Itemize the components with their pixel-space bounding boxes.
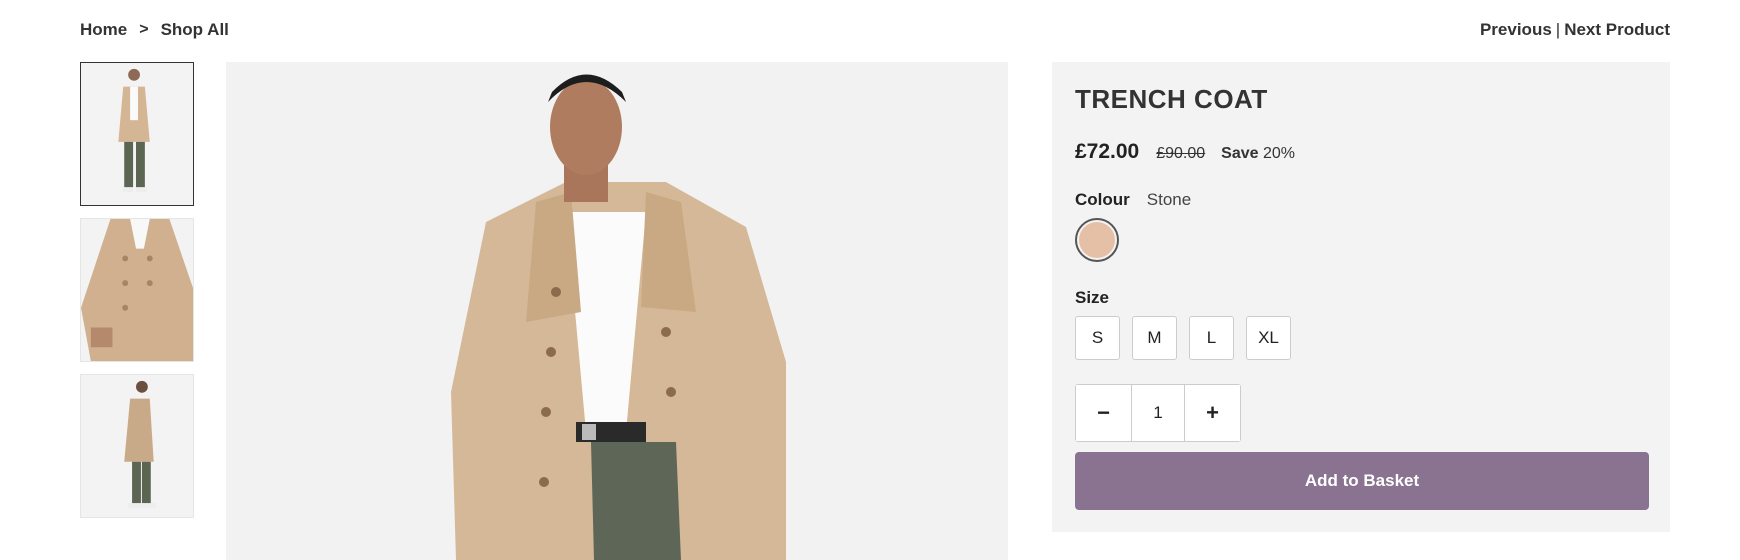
size-button-l[interactable]: L: [1189, 316, 1234, 360]
discount-label: Save 20%: [1221, 145, 1295, 163]
product-title: TRENCH COAT: [1075, 84, 1268, 114]
breadcrumb-shop-all-link[interactable]: Shop All: [161, 20, 229, 40]
product-main-image[interactable]: [226, 62, 1008, 560]
next-product-link[interactable]: Next Product: [1564, 20, 1670, 40]
size-button-m[interactable]: M: [1132, 316, 1177, 360]
breadcrumb: Home > Shop All: [80, 20, 229, 40]
product-thumbnail-detail[interactable]: [80, 218, 194, 362]
colour-value: Stone: [1146, 190, 1192, 209]
previous-product-link[interactable]: Previous: [1480, 20, 1552, 40]
colour-swatch-fill: [1079, 222, 1115, 258]
price-row: £72.00 £90.00 Save 20%: [1075, 140, 1295, 164]
add-to-basket-button[interactable]: Add to Basket: [1075, 452, 1649, 510]
save-label: Save: [1221, 145, 1259, 162]
current-price: £72.00: [1075, 140, 1140, 163]
colour-label: Colour: [1075, 190, 1130, 209]
quantity-input[interactable]: [1131, 385, 1185, 441]
product-page: Home > Shop All Previous | Next Product: [0, 0, 1740, 560]
size-label: Size: [1075, 288, 1110, 307]
original-price: £90.00: [1156, 145, 1206, 162]
breadcrumb-home-link[interactable]: Home: [80, 20, 127, 40]
breadcrumb-separator: >: [139, 21, 149, 38]
colour-row: Colour Stone: [1075, 190, 1191, 210]
product-thumbnail-front[interactable]: [80, 62, 194, 206]
size-options: S M L XL: [1075, 316, 1303, 360]
save-value: 20%: [1263, 145, 1296, 162]
product-navigation: Previous | Next Product: [1480, 20, 1670, 40]
size-button-s[interactable]: S: [1075, 316, 1120, 360]
quantity-stepper: − +: [1075, 384, 1241, 442]
increase-quantity-button[interactable]: +: [1185, 385, 1240, 441]
size-button-xl[interactable]: XL: [1246, 316, 1291, 360]
colour-swatch-stone[interactable]: [1075, 218, 1119, 262]
decrease-quantity-button[interactable]: −: [1076, 385, 1131, 441]
product-thumbnail-side[interactable]: [80, 374, 194, 518]
product-info-panel: TRENCH COAT £72.00 £90.00 Save 20% Colou…: [1052, 62, 1670, 532]
thumbnail-list: [80, 62, 194, 530]
product-nav-divider: |: [1555, 20, 1561, 39]
